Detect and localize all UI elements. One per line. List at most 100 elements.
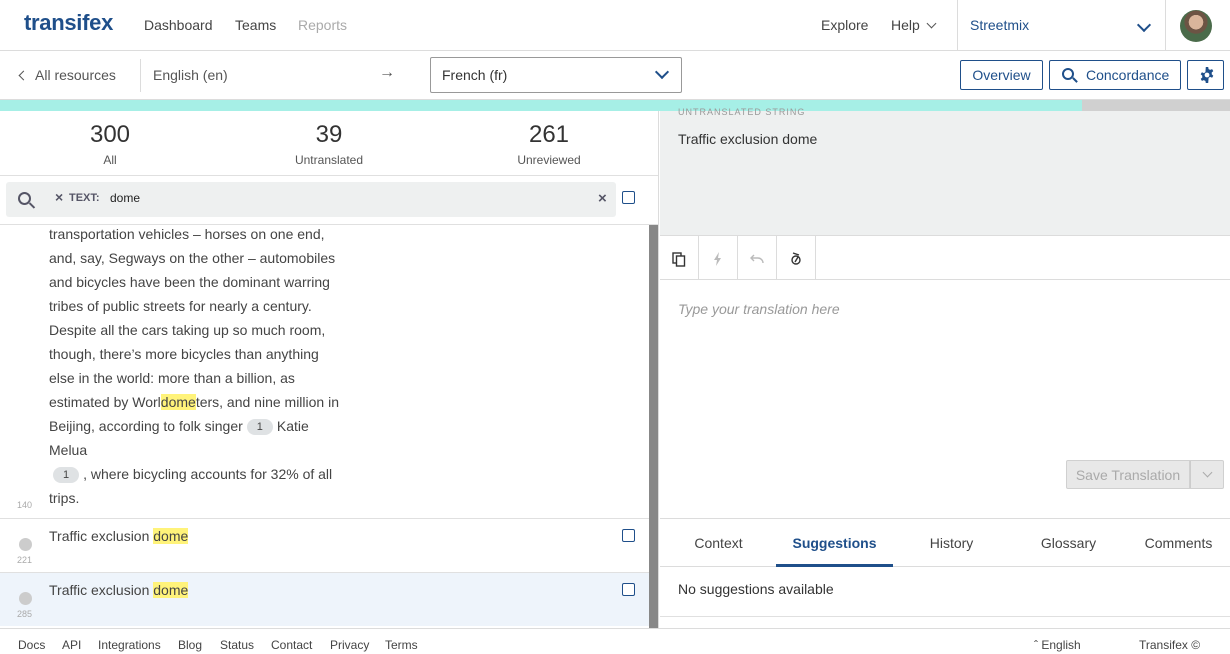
tab-context[interactable]: Context	[660, 519, 777, 567]
nav-dashboard[interactable]: Dashboard	[144, 17, 213, 33]
chevron-down-icon	[654, 64, 670, 80]
stat-unreviewed[interactable]: 261 Unreviewed	[469, 121, 629, 167]
string-text: Traffic exclusion dome	[49, 582, 189, 598]
translation-progress-bar	[0, 100, 1230, 111]
nav-explore[interactable]: Explore	[821, 17, 868, 33]
footer-link-terms[interactable]: Terms	[385, 638, 418, 652]
arrow-right-icon: →	[379, 64, 395, 81]
search-icon	[18, 192, 31, 205]
search-highlight: dome	[153, 582, 189, 598]
string-number: 285	[17, 609, 33, 619]
footer-link-status[interactable]: Status	[220, 638, 254, 652]
stat-unreviewed-count: 261	[528, 121, 570, 148]
editor-toolbar: All resources English (en) → French (fr)…	[0, 51, 1230, 100]
chevron-down-icon	[1136, 17, 1152, 33]
nav-teams[interactable]: Teams	[235, 17, 276, 33]
target-language-select[interactable]: French (fr)	[430, 57, 682, 93]
all-resources-link[interactable]: All resources	[18, 67, 116, 83]
settings-button[interactable]	[1187, 60, 1224, 90]
stat-unreviewed-label: Unreviewed	[517, 153, 581, 167]
translation-panel: UNTRANSLATED STRING Traffic exclusion do…	[660, 107, 1230, 628]
footer-link-contact[interactable]: Contact	[271, 638, 312, 652]
project-name: Streetmix	[970, 17, 1030, 33]
filter-key: TEXT:	[69, 192, 100, 204]
footer-link-docs[interactable]: Docs	[18, 638, 45, 652]
scrollbar[interactable]	[649, 225, 658, 628]
strings-list: transportation vehicles – horses on one …	[0, 225, 649, 628]
editor-tools	[660, 236, 1230, 280]
chevron-down-icon	[926, 18, 937, 29]
nav-reports[interactable]: Reports	[298, 17, 347, 33]
footer-link-blog[interactable]: Blog	[178, 638, 202, 652]
tab-suggestions[interactable]: Suggestions	[776, 519, 893, 567]
footer-link-privacy[interactable]: Privacy	[330, 638, 369, 652]
lightning-icon	[714, 252, 721, 267]
string-number: 140	[17, 500, 33, 510]
copy-source-button[interactable]	[660, 236, 699, 280]
divider	[0, 175, 658, 176]
row-checkbox[interactable]	[622, 529, 635, 542]
filter-value: dome	[110, 191, 141, 205]
nav-help[interactable]: Help	[891, 17, 937, 33]
target-language-value: French (fr)	[442, 67, 508, 83]
overview-button[interactable]: Overview	[960, 60, 1043, 90]
language-switcher[interactable]: ˆ English	[1034, 638, 1081, 652]
no-suggestions-message: No suggestions available	[678, 581, 834, 597]
source-text: Traffic exclusion dome	[678, 131, 818, 147]
placeholder-tag: 1	[246, 419, 273, 435]
list-item-text[interactable]: transportation vehicles – horses on one …	[49, 225, 339, 510]
tab-glossary[interactable]: Glossary	[1010, 519, 1127, 567]
source-language: English (en)	[153, 67, 228, 83]
save-options-dropdown[interactable]	[1190, 460, 1224, 489]
special-characters-icon	[791, 252, 801, 265]
stat-untranslated-label: Untranslated	[294, 153, 364, 167]
footer-link-integrations[interactable]: Integrations	[98, 638, 161, 652]
footer: Docs API Integrations Blog Status Contac…	[0, 628, 1230, 654]
language-label: English	[1041, 638, 1081, 652]
string-text: transportation vehicles – horses on one …	[49, 226, 336, 410]
string-text: , where bicycling accounts for 32% of al…	[49, 466, 333, 506]
project-selector[interactable]: Streetmix	[957, 0, 1166, 51]
divider	[660, 616, 1230, 617]
save-translation-button[interactable]: Save Translation	[1066, 460, 1190, 489]
editor-tabs: Context Suggestions History Glossary Com…	[660, 518, 1230, 567]
auto-translate-button[interactable]	[699, 236, 738, 280]
progress-fill	[0, 100, 1083, 111]
string-number: 221	[17, 555, 33, 565]
search-highlight: dome	[160, 394, 196, 410]
divider	[140, 59, 141, 92]
gear-icon	[1200, 67, 1214, 83]
search-icon	[1062, 68, 1074, 80]
stat-all-count: 300	[89, 121, 131, 148]
copy-icon	[672, 252, 686, 267]
search-filter-bar[interactable]: × TEXT: dome ×	[6, 182, 616, 217]
tab-comments[interactable]: Comments	[1127, 519, 1230, 567]
concordance-button[interactable]: Concordance	[1049, 60, 1181, 90]
top-nav: transifex Dashboard Teams Reports Explor…	[0, 0, 1230, 51]
stat-untranslated-count: 39	[315, 121, 343, 148]
status-dot	[19, 538, 32, 551]
clear-filter-icon[interactable]: ×	[598, 190, 607, 207]
placeholder-tag: 1	[53, 467, 80, 483]
stat-all-label: All	[103, 153, 117, 167]
stat-all[interactable]: 300 All	[30, 121, 190, 167]
list-item[interactable]: Traffic exclusion dome 221	[0, 518, 649, 572]
special-characters-button[interactable]	[777, 236, 816, 280]
chevron-left-icon	[18, 70, 29, 81]
avatar[interactable]	[1180, 10, 1212, 42]
stat-untranslated[interactable]: 39 Untranslated	[249, 121, 409, 167]
string-text: Traffic exclusion dome	[49, 528, 189, 544]
transifex-logo[interactable]: transifex	[24, 10, 113, 36]
undo-button[interactable]	[738, 236, 777, 280]
footer-link-api[interactable]: API	[62, 638, 81, 652]
select-all-checkbox[interactable]	[622, 191, 635, 204]
source-label: UNTRANSLATED STRING	[678, 107, 806, 117]
list-item-selected[interactable]: Traffic exclusion dome 285	[0, 572, 649, 626]
tab-history[interactable]: History	[893, 519, 1010, 567]
strings-panel: 300 All 39 Untranslated 261 Unreviewed ×…	[0, 111, 659, 628]
row-checkbox[interactable]	[622, 583, 635, 596]
copyright: Transifex © 2017	[1139, 638, 1201, 654]
remove-filter-icon[interactable]: ×	[55, 189, 63, 205]
source-string-area: UNTRANSLATED STRING Traffic exclusion do…	[660, 107, 1230, 236]
search-highlight: dome	[153, 528, 189, 544]
